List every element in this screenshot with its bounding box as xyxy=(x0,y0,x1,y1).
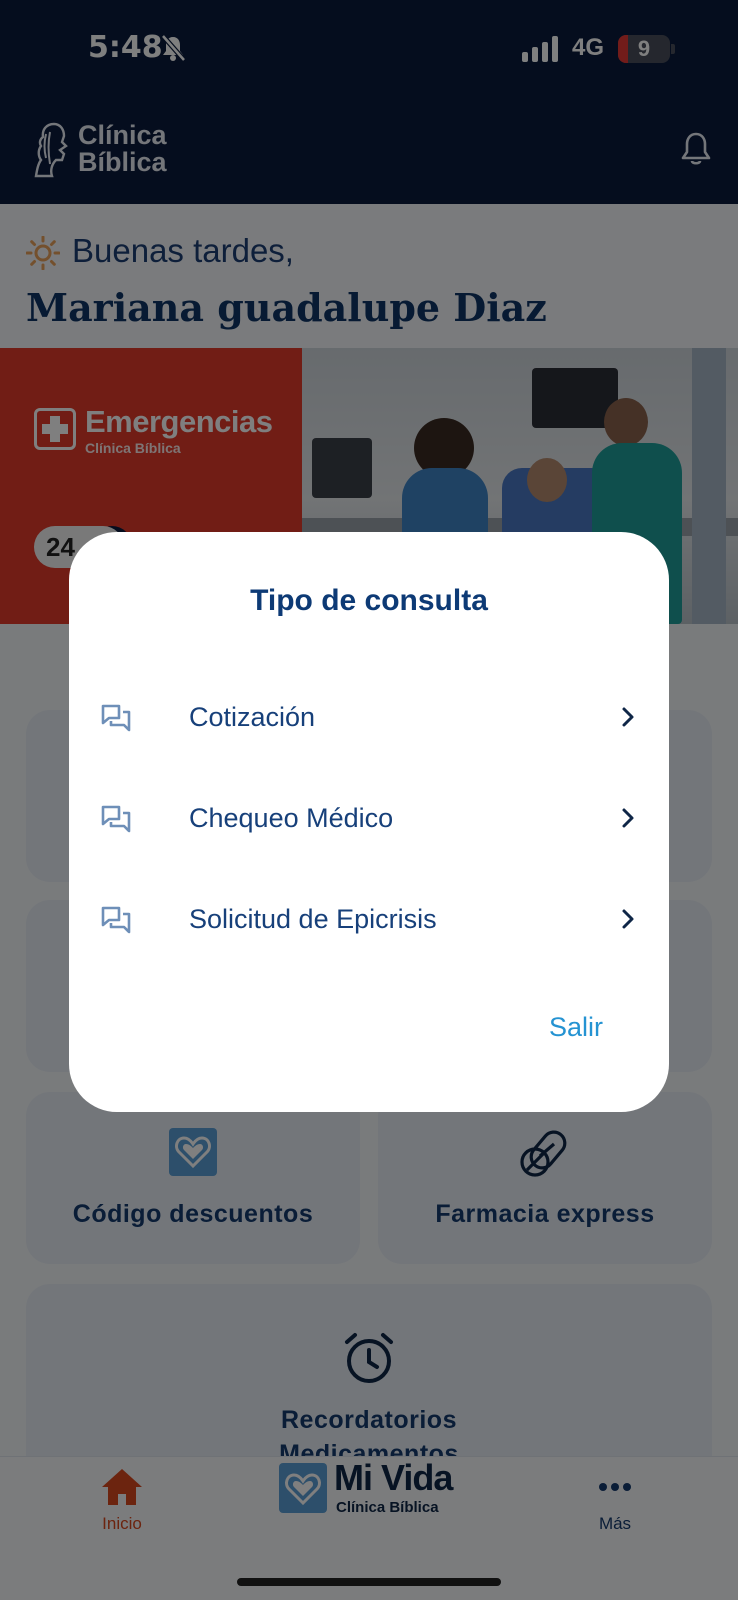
consultation-type-dialog: Tipo de consulta Cotización Chequeo Médi… xyxy=(69,532,669,1112)
chat-icon xyxy=(101,704,131,732)
chevron-right-icon xyxy=(622,808,634,828)
home-indicator[interactable] xyxy=(237,1578,501,1586)
option-epicrisis-request[interactable]: Solicitud de Epicrisis xyxy=(101,886,637,956)
option-medical-checkup[interactable]: Chequeo Médico xyxy=(101,785,637,855)
chat-icon xyxy=(101,805,131,833)
exit-button[interactable]: Salir xyxy=(549,1012,603,1043)
option-medical-checkup-label: Chequeo Médico xyxy=(189,803,394,833)
option-epicrisis-label: Solicitud de Epicrisis xyxy=(189,904,437,934)
option-quotation[interactable]: Cotización xyxy=(101,684,637,754)
option-quotation-label: Cotización xyxy=(189,702,316,732)
chevron-right-icon xyxy=(622,707,634,727)
chevron-right-icon xyxy=(622,909,634,929)
chat-icon xyxy=(101,906,131,934)
dialog-title: Tipo de consulta xyxy=(250,584,488,617)
